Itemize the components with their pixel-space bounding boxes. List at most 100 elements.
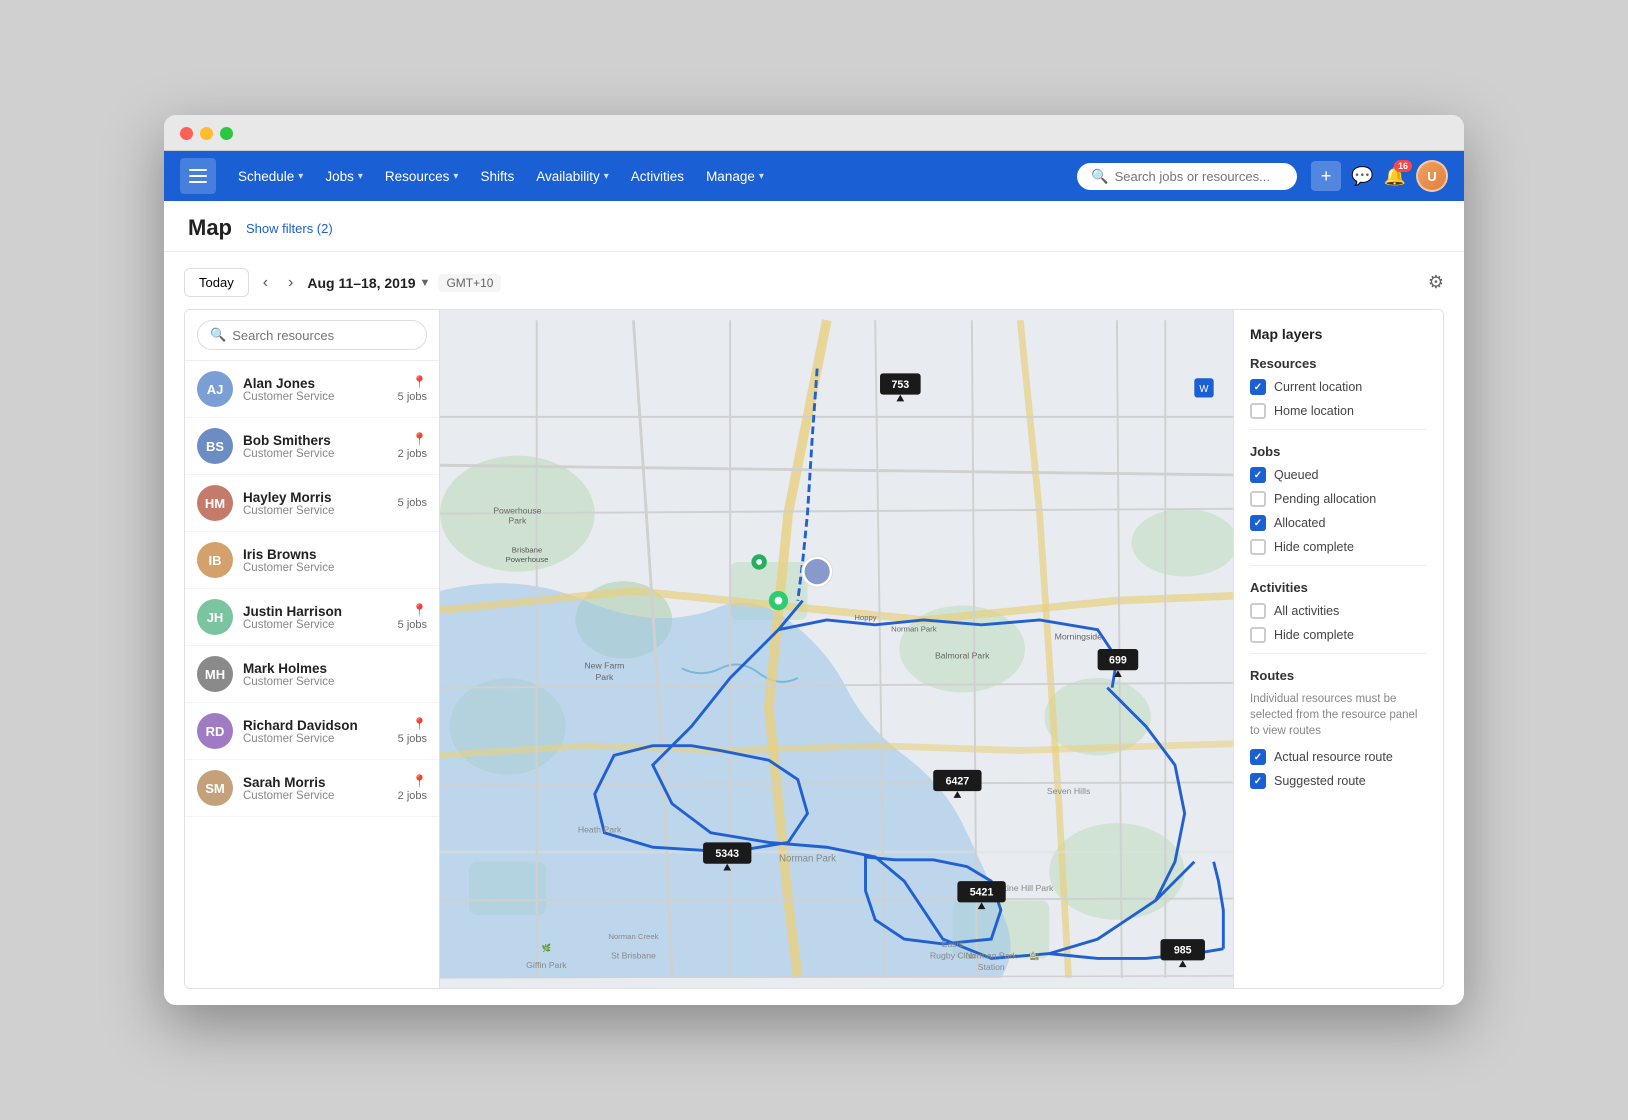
resource-meta: 📍5 jobs xyxy=(398,603,427,631)
resources-layers: Current location Home location xyxy=(1250,379,1427,419)
nav-items: Schedule▾Jobs▾Resources▾ShiftsAvailabili… xyxy=(228,163,774,190)
jobs-count: 5 jobs xyxy=(398,619,427,631)
layer-checkbox[interactable] xyxy=(1250,467,1266,483)
layer-item[interactable]: All activities xyxy=(1250,603,1427,619)
nav-item-availability[interactable]: Availability▾ xyxy=(526,163,619,190)
search-icon: 🔍 xyxy=(1091,168,1108,185)
resource-item-sarah-morris[interactable]: SM Sarah MorrisCustomer Service 📍 2 jobs xyxy=(185,760,439,817)
layer-item[interactable]: Current location xyxy=(1250,379,1427,395)
svg-text:Heath Park: Heath Park xyxy=(578,825,622,835)
map-svg: W Powerhouse Park Brisbane Powerhouse Ne… xyxy=(440,310,1233,988)
nav-item-shifts[interactable]: Shifts xyxy=(470,163,524,190)
resource-item-mark-holmes[interactable]: MH Mark HolmesCustomer Service xyxy=(185,646,439,703)
layer-item[interactable]: Home location xyxy=(1250,403,1427,419)
svg-text:5421: 5421 xyxy=(970,887,994,899)
divider xyxy=(1250,653,1427,654)
jobs-count: 5 jobs xyxy=(398,391,427,403)
svg-text:5343: 5343 xyxy=(715,848,739,860)
layer-checkbox[interactable] xyxy=(1250,603,1266,619)
chat-icon-button[interactable]: 💬 xyxy=(1351,166,1373,187)
date-range-chevron-icon: ▼ xyxy=(420,277,431,289)
dot-green[interactable] xyxy=(220,127,233,140)
notifications-button[interactable]: 🔔 16 xyxy=(1384,166,1406,187)
hamburger-button[interactable] xyxy=(180,158,216,194)
svg-text:🚉: 🚉 xyxy=(1030,950,1040,960)
layer-checkbox[interactable] xyxy=(1250,627,1266,643)
nav-item-schedule[interactable]: Schedule▾ xyxy=(228,163,313,190)
layer-label: Current location xyxy=(1274,380,1362,394)
nav-item-manage[interactable]: Manage▾ xyxy=(696,163,774,190)
nav-actions: + 💬 🔔 16 U xyxy=(1311,160,1448,192)
svg-text:6427: 6427 xyxy=(946,775,970,787)
svg-text:🌿: 🌿 xyxy=(542,943,552,953)
layer-item[interactable]: Queued xyxy=(1250,467,1427,483)
dot-yellow[interactable] xyxy=(200,127,213,140)
browser-dots xyxy=(180,127,1448,140)
user-avatar[interactable]: U xyxy=(1416,160,1448,192)
map-area[interactable]: W Powerhouse Park Brisbane Powerhouse Ne… xyxy=(440,310,1233,988)
resource-info: Bob SmithersCustomer Service xyxy=(243,433,388,460)
resource-name: Richard Davidson xyxy=(243,718,388,733)
page-header: Map Show filters (2) xyxy=(164,201,1464,252)
browser-window: Schedule▾Jobs▾Resources▾ShiftsAvailabili… xyxy=(164,115,1464,1005)
svg-text:St Brisbane: St Brisbane xyxy=(611,950,656,960)
layer-item[interactable]: Actual resource route xyxy=(1250,749,1427,765)
layer-checkbox[interactable] xyxy=(1250,491,1266,507)
svg-text:699: 699 xyxy=(1109,655,1127,667)
layer-checkbox[interactable] xyxy=(1250,539,1266,555)
layer-item[interactable]: Pending allocation xyxy=(1250,491,1427,507)
layer-checkbox[interactable] xyxy=(1250,749,1266,765)
jobs-count: 2 jobs xyxy=(398,790,427,802)
nav-item-activities[interactable]: Activities xyxy=(621,163,694,190)
show-filters-button[interactable]: Show filters (2) xyxy=(246,221,333,236)
resource-avatar: RD xyxy=(197,713,233,749)
resource-item-hayley-morris[interactable]: HMHayley MorrisCustomer Service5 jobs xyxy=(185,475,439,532)
resource-info: Richard DavidsonCustomer Service xyxy=(243,718,388,745)
resource-info: Alan JonesCustomer Service xyxy=(243,376,388,403)
hamburger-line xyxy=(189,169,207,171)
nav-search-input[interactable] xyxy=(1115,169,1284,184)
settings-icon[interactable]: ⚙ xyxy=(1428,272,1444,293)
resource-info: Mark HolmesCustomer Service xyxy=(243,661,417,688)
nav-item-jobs[interactable]: Jobs▾ xyxy=(315,163,373,190)
resource-info: Sarah MorrisCustomer Service xyxy=(243,775,388,802)
routes-layers: Actual resource route Suggested route xyxy=(1250,749,1427,789)
nav-item-resources[interactable]: Resources▾ xyxy=(375,163,469,190)
resource-avatar: MH xyxy=(197,656,233,692)
jobs-section-title: Jobs xyxy=(1250,444,1427,459)
location-pin-icon: 📍 xyxy=(412,432,427,446)
content-area: Today ‹ › Aug 11–18, 2019 ▼ GMT+10 ⚙ 🔍 xyxy=(164,252,1464,1005)
manage-chevron-icon: ▾ xyxy=(759,171,764,182)
next-date-button[interactable]: › xyxy=(282,270,299,296)
layer-item[interactable]: Hide complete xyxy=(1250,539,1427,555)
resource-item-bob-smithers[interactable]: BSBob SmithersCustomer Service📍2 jobs xyxy=(185,418,439,475)
resource-item-alan-jones[interactable]: AJAlan JonesCustomer Service📍5 jobs xyxy=(185,361,439,418)
add-button[interactable]: + xyxy=(1311,161,1341,191)
svg-text:Balmoral Park: Balmoral Park xyxy=(935,651,990,661)
today-button[interactable]: Today xyxy=(184,268,249,297)
layer-item[interactable]: Hide complete xyxy=(1250,627,1427,643)
resource-avatar: SM xyxy=(197,770,233,806)
date-range-text: Aug 11–18, 2019 xyxy=(307,275,415,291)
search-resources-input-wrapper: 🔍 xyxy=(197,320,427,350)
layer-checkbox[interactable] xyxy=(1250,773,1266,789)
map-panel: 🔍 AJAlan JonesCustomer Service📍5 jobsBSB… xyxy=(184,309,1444,989)
resource-item-iris-browns[interactable]: IBIris BrownsCustomer Service xyxy=(185,532,439,589)
prev-date-button[interactable]: ‹ xyxy=(257,270,274,296)
availability-chevron-icon: ▾ xyxy=(604,171,609,182)
resource-role: Customer Service xyxy=(243,505,388,517)
layer-checkbox[interactable] xyxy=(1250,403,1266,419)
layer-label: Queued xyxy=(1274,468,1318,482)
layer-checkbox[interactable] xyxy=(1250,379,1266,395)
layer-item[interactable]: Allocated xyxy=(1250,515,1427,531)
resource-name: Sarah Morris xyxy=(243,775,388,790)
search-resources-input[interactable] xyxy=(232,328,414,343)
location-pin-icon: 📍 xyxy=(412,774,427,788)
svg-text:Norman Park: Norman Park xyxy=(779,854,836,865)
date-range-selector[interactable]: Aug 11–18, 2019 ▼ xyxy=(307,275,430,291)
dot-red[interactable] xyxy=(180,127,193,140)
layer-item[interactable]: Suggested route xyxy=(1250,773,1427,789)
resource-item-richard-davidson[interactable]: RDRichard DavidsonCustomer Service📍5 job… xyxy=(185,703,439,760)
layer-checkbox[interactable] xyxy=(1250,515,1266,531)
resource-item-justin-harrison[interactable]: JHJustin HarrisonCustomer Service📍5 jobs xyxy=(185,589,439,646)
